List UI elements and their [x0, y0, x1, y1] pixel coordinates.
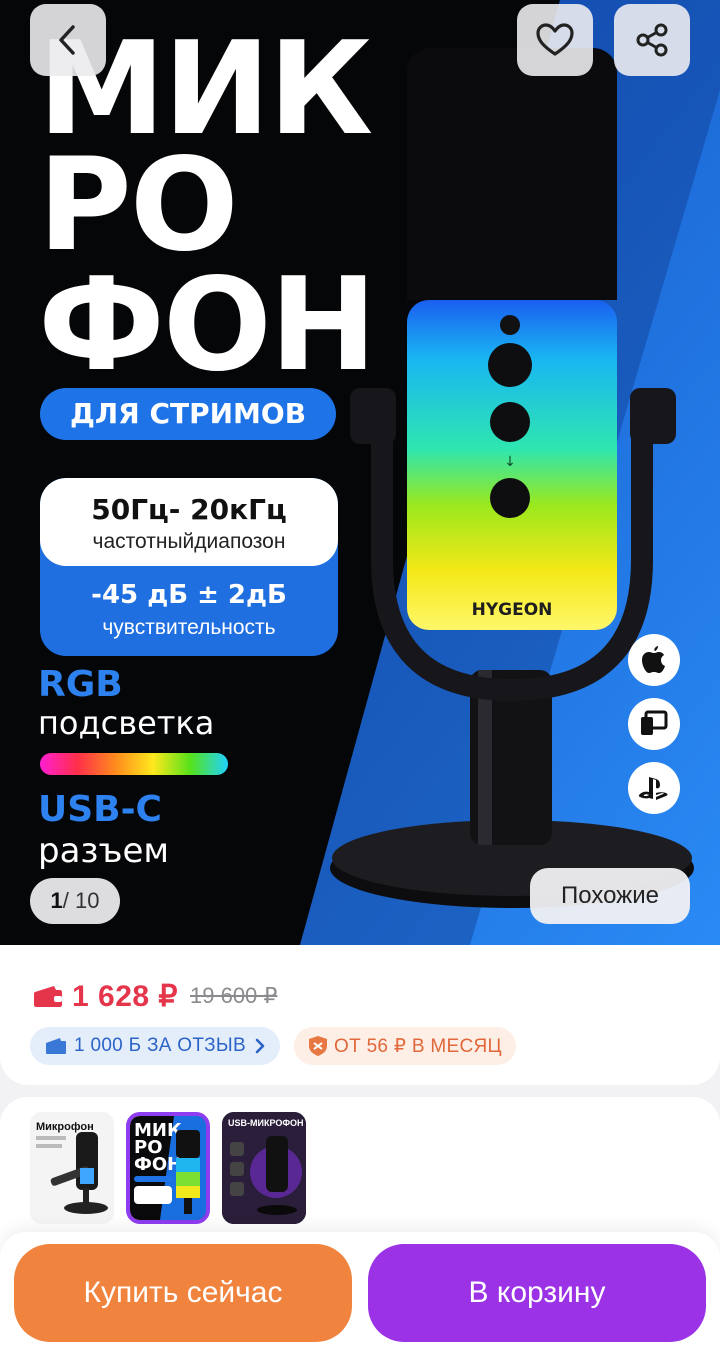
tagline-pill: ДЛЯ СТРИМОВ	[40, 388, 336, 440]
thumbnail-1[interactable]: Микрофон	[30, 1112, 114, 1224]
pc-icon	[628, 698, 680, 750]
review-bonus-chip[interactable]: 1 000 Б ЗА ОТЗЫВ	[30, 1027, 280, 1065]
image-counter-total: / 10	[62, 888, 100, 913]
share-icon	[636, 23, 668, 57]
spec-frequency-label: частотныйдиапозон	[92, 530, 286, 553]
product-image-carousel[interactable]: ↓ HYGEON МИК РО ФОН ДЛЯ СТРИМОВ 50Гц- 20…	[0, 0, 720, 945]
buy-now-button[interactable]: Купить сейчас	[14, 1244, 352, 1342]
wallet-icon	[44, 1037, 68, 1055]
back-button[interactable]	[30, 4, 106, 76]
share-button[interactable]	[614, 4, 690, 76]
thumbnail-1-title: Микрофон	[36, 1121, 94, 1133]
review-bonus-label: 1 000 Б ЗА ОТЗЫВ	[74, 1035, 246, 1056]
spec-box: 50Гц- 20кГц частотныйдиапозон -45 дБ ± 2…	[40, 478, 338, 656]
thumbnail-2-title-3: ФОН	[134, 1154, 182, 1175]
price-row: 1 628 ₽ 19 600 ₽	[32, 978, 277, 1014]
spec-frequency: 50Гц- 20кГц частотныйдиапозон	[40, 478, 338, 566]
spec-frequency-value: 50Гц- 20кГц	[91, 493, 287, 526]
feature-usb-subtitle: разъем	[38, 831, 170, 871]
feature-usb-title: USB-C	[38, 789, 162, 830]
chevron-left-icon	[59, 25, 75, 55]
similar-button[interactable]: Похожие	[530, 868, 690, 924]
spec-sensitivity-value: -45 дБ ± 2дБ	[91, 580, 287, 610]
installment-label: ОТ 56 ₽ В МЕСЯЦ	[334, 1035, 502, 1057]
wallet-icon	[34, 986, 62, 1007]
price-old: 19 600 ₽	[190, 983, 278, 1008]
image-counter: 1/ 10	[30, 878, 120, 924]
spec-sensitivity-label: чувствительность	[102, 616, 276, 639]
chevron-right-icon	[254, 1037, 266, 1055]
product-page: ↓ HYGEON МИК РО ФОН ДЛЯ СТРИМОВ 50Гц- 20…	[0, 0, 720, 1350]
installment-shield-icon	[308, 1035, 328, 1057]
playstation-icon	[628, 762, 680, 814]
apple-icon	[628, 634, 680, 686]
favorite-button[interactable]	[517, 4, 593, 76]
feature-rgb-subtitle: подсветка	[38, 704, 215, 742]
svg-text:↓: ↓	[504, 454, 516, 470]
price-current: 1 628 ₽	[72, 979, 178, 1013]
rgb-rainbow-bar	[40, 753, 228, 775]
feature-rgb-title: RGB	[38, 664, 123, 705]
hero-title-line-3: ФОН	[38, 251, 377, 400]
thumbnail-2-selected[interactable]: МИК РО ФОН	[126, 1112, 210, 1224]
installment-chip[interactable]: ОТ 56 ₽ В МЕСЯЦ	[294, 1027, 516, 1065]
heart-icon	[536, 23, 574, 56]
brand-label: HYGEON	[472, 600, 553, 620]
image-counter-current: 1	[50, 888, 63, 913]
thumbnail-3-title: USB-МИКРОФОН	[228, 1118, 304, 1128]
add-to-cart-button[interactable]: В корзину	[368, 1244, 706, 1342]
thumbnail-3[interactable]: USB-МИКРОФОН	[222, 1112, 306, 1224]
